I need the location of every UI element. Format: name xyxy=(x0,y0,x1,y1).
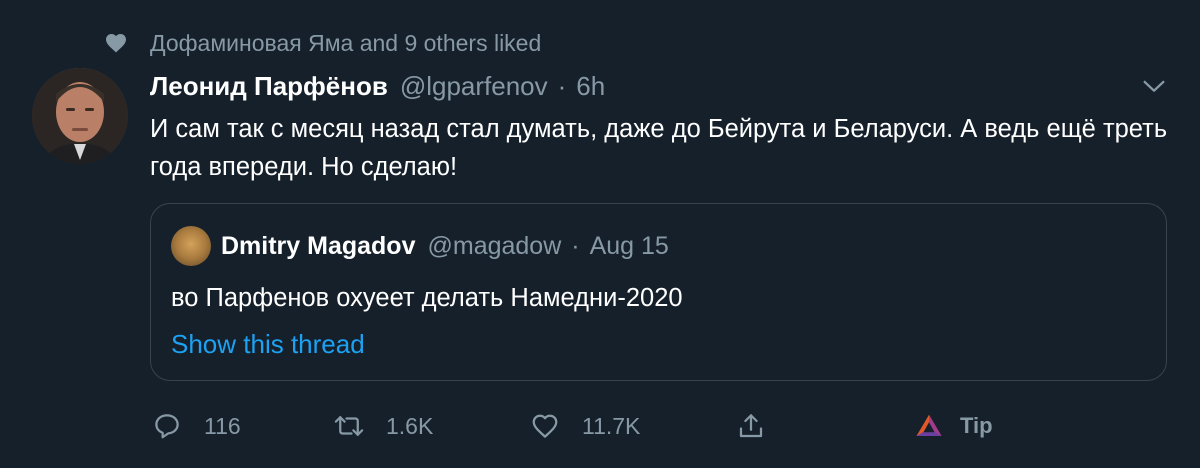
heart-filled-icon xyxy=(106,34,126,53)
quoted-tweet-card[interactable]: Dmitry Magadov @magadow · Aug 15 во Парф… xyxy=(150,203,1167,381)
retweet-count: 1.6K xyxy=(386,412,434,439)
avatar[interactable] xyxy=(32,68,128,164)
show-thread-link[interactable]: Show this thread xyxy=(171,326,365,362)
retweet-button[interactable]: 1.6K xyxy=(334,404,433,448)
avatar-photo xyxy=(32,68,128,164)
tip-button[interactable]: Tip xyxy=(914,404,993,448)
quoted-separator-dot: · xyxy=(571,231,580,260)
like-count: 11.7K xyxy=(582,412,641,439)
tweet-header: Леонид Парфёнов @lgparfenov · 6h xyxy=(150,68,605,104)
reply-button[interactable]: 116 xyxy=(152,404,241,448)
share-button[interactable] xyxy=(736,404,766,448)
chevron-down-icon[interactable] xyxy=(1140,72,1168,100)
author-handle[interactable]: @lgparfenov xyxy=(400,71,548,102)
reply-count: 116 xyxy=(204,412,241,439)
social-context: Дофаминовая Яма and 9 others liked xyxy=(104,28,541,58)
separator-dot: · xyxy=(557,70,567,101)
like-button[interactable]: 11.7K xyxy=(530,404,640,448)
quoted-avatar xyxy=(171,226,211,266)
quoted-author-handle: @magadow xyxy=(427,231,562,260)
author-name[interactable]: Леонид Парфёнов xyxy=(150,71,388,102)
quoted-author-name: Dmitry Magadov xyxy=(221,231,416,260)
quoted-tweet-text: во Парфенов охуеет делать Намедни-2020 xyxy=(171,284,683,312)
quoted-tweet-header: Dmitry Magadov @magadow · Aug 15 xyxy=(171,226,669,266)
social-context-text: Дофаминовая Яма and 9 others liked xyxy=(150,29,542,56)
retweet-icon xyxy=(334,416,364,436)
reply-icon xyxy=(155,414,179,439)
quoted-timestamp: Aug 15 xyxy=(589,231,669,260)
heart-icon xyxy=(532,414,558,438)
tweet-timestamp[interactable]: 6h xyxy=(576,71,605,102)
share-icon xyxy=(739,414,763,438)
tweet-text: И сам так с месяц назад стал думать, даж… xyxy=(150,115,1168,181)
brave-triangle-icon xyxy=(916,414,942,436)
tip-label: Tip xyxy=(960,413,993,438)
